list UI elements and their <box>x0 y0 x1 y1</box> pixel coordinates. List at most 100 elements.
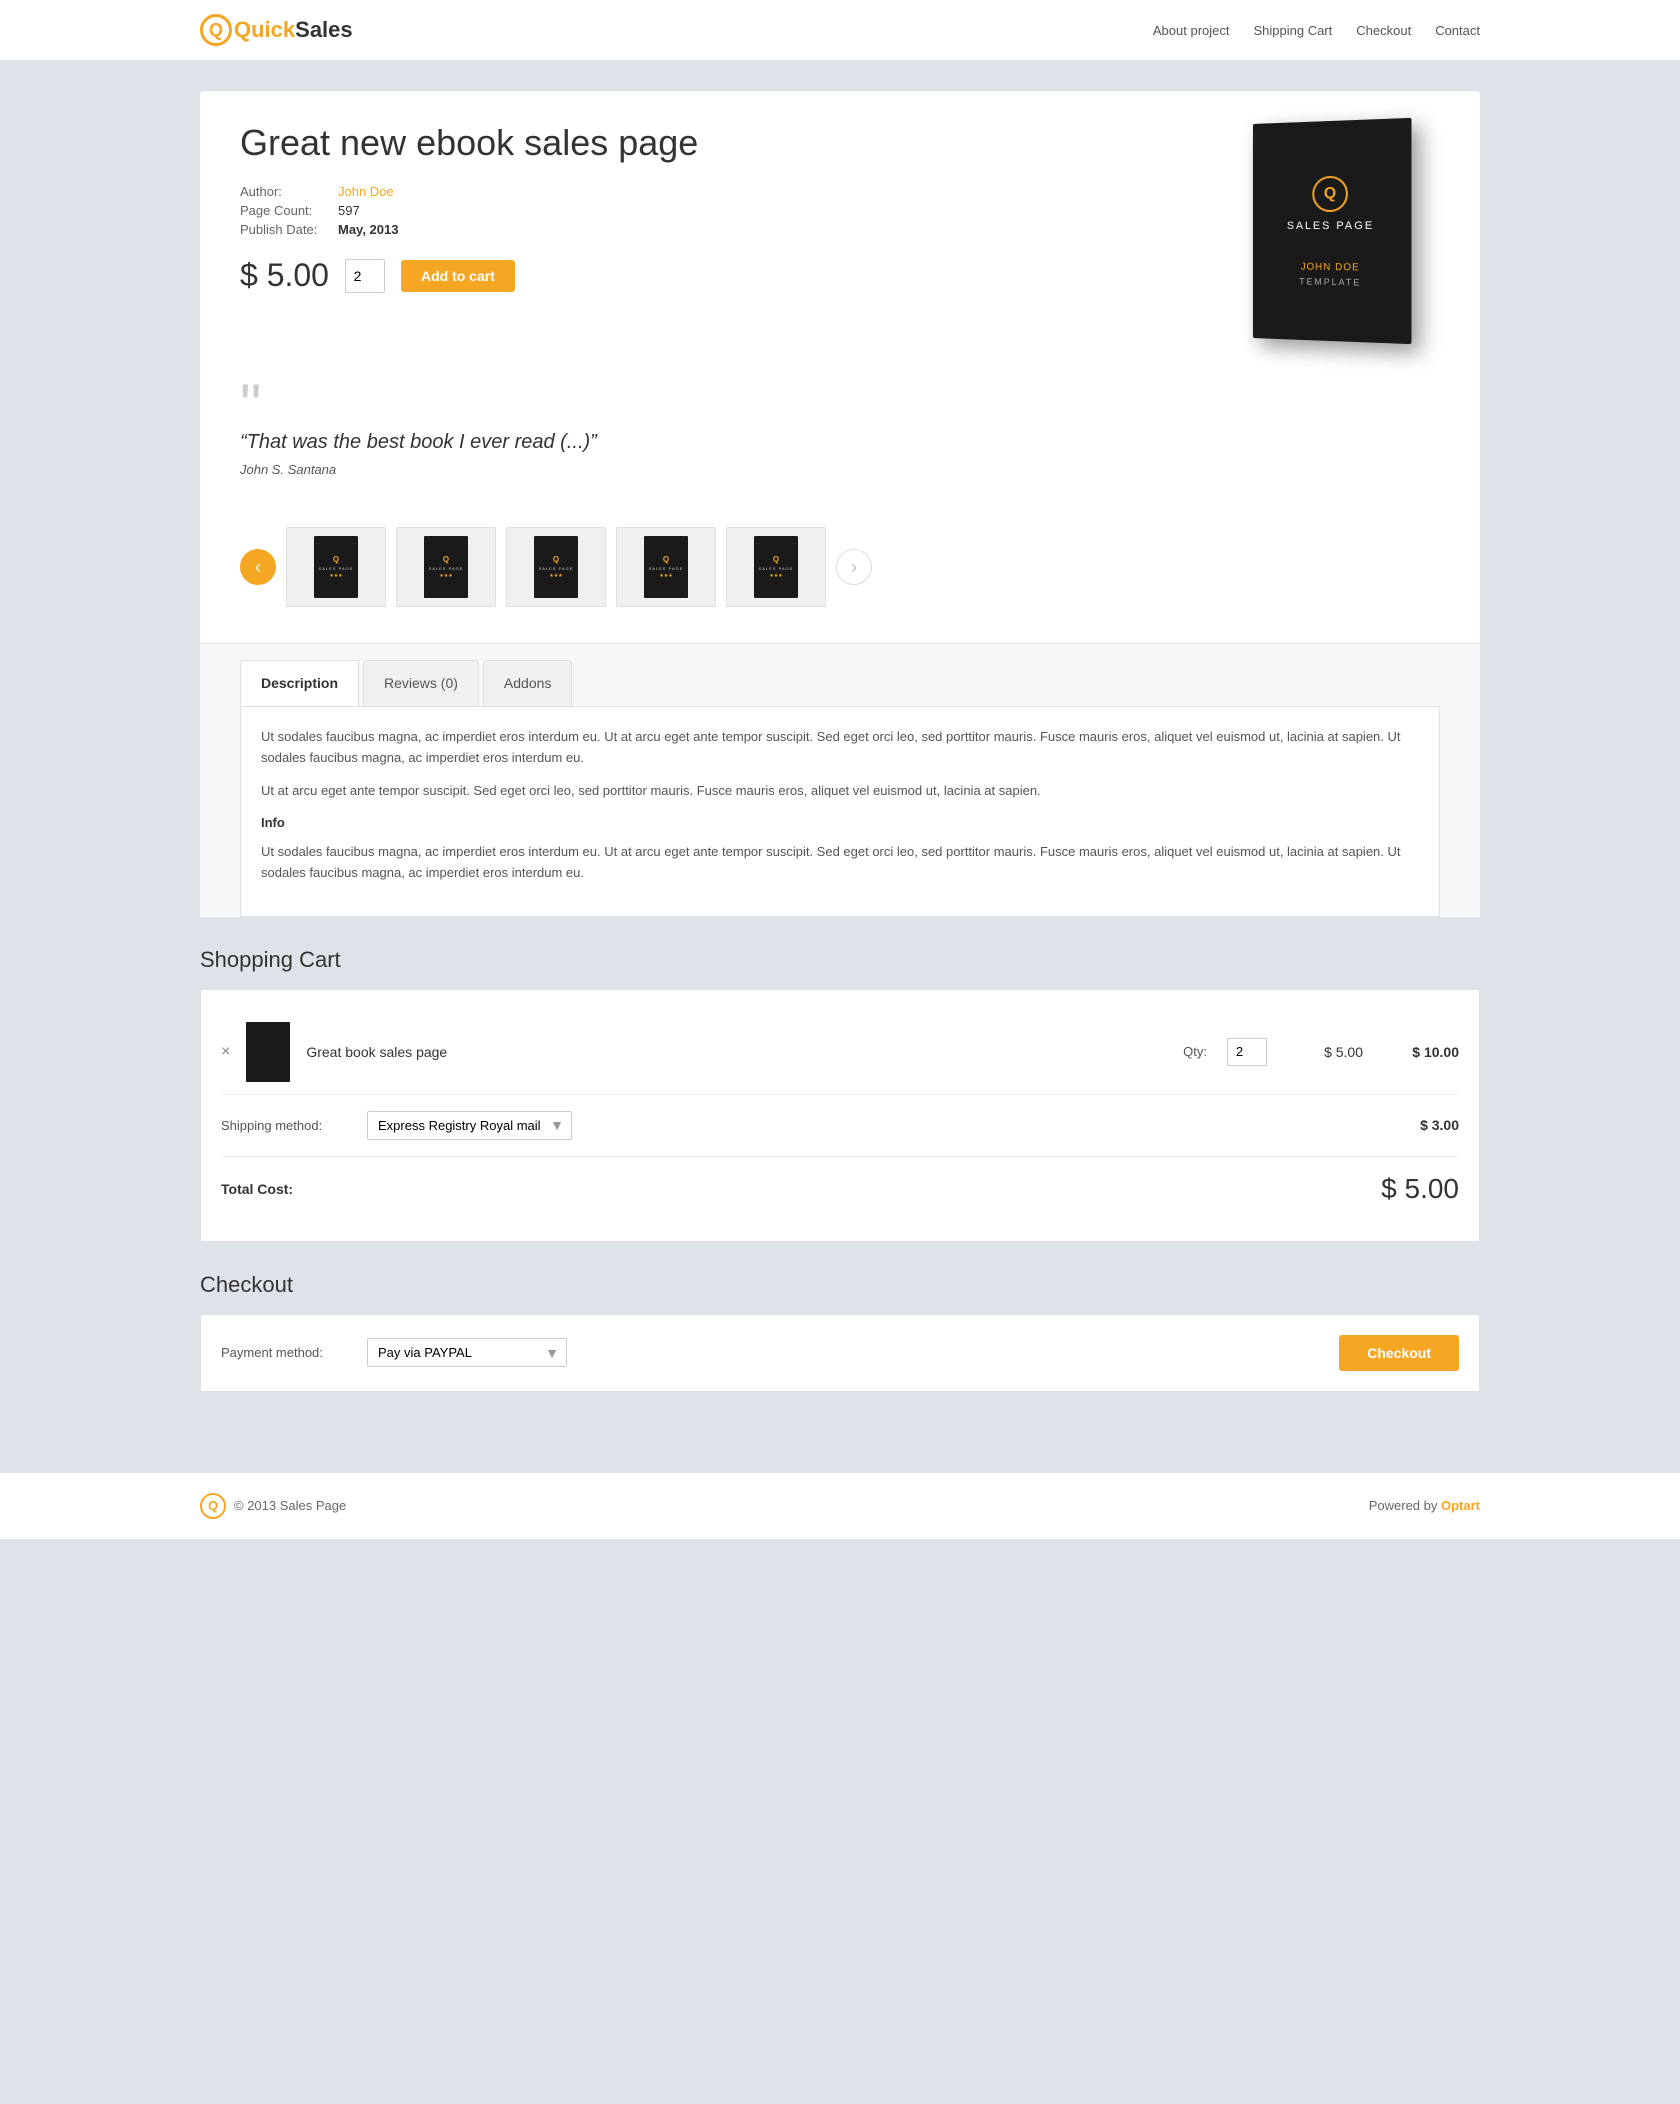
thumb-title-1: SALES PAGE <box>319 566 354 571</box>
cart-item-row: × Great book sales page Qty: $ 5.00 $ 10… <box>221 1010 1459 1095</box>
nav-checkout[interactable]: Checkout <box>1356 23 1411 38</box>
total-label: Total Cost: <box>221 1181 293 1197</box>
add-to-cart-button[interactable]: Add to cart <box>401 260 515 292</box>
footer: Q © 2013 Sales Page Powered by Optart <box>0 1472 1680 1539</box>
header: Q QuickSales About project Shipping Cart… <box>0 0 1680 61</box>
thumb-book-5: Q SALES PAGE ★★★ <box>754 536 798 598</box>
cart-qty-label: Qty: <box>1183 1044 1207 1059</box>
main-content: Great new ebook sales page Author: John … <box>0 61 1680 1432</box>
logo-quick-text: Quick <box>234 17 295 43</box>
thumb-book-1: Q SALES PAGE ★★★ <box>314 536 358 598</box>
meta-author-row: Author: John Doe <box>240 184 1180 199</box>
thumb-stars-5: ★★★ <box>769 573 782 579</box>
shipping-label: Shipping method: <box>221 1118 351 1133</box>
book-template-text: TEMPLATE <box>1299 276 1361 287</box>
thumb-book-3: Q SALES PAGE ★★★ <box>534 536 578 598</box>
payment-method-select[interactable]: Pay via PAYPAL <box>367 1338 567 1367</box>
logo[interactable]: Q QuickSales <box>200 14 353 46</box>
meta-pagecount-row: Page Count: 597 <box>240 203 1180 218</box>
publishdate-value: May, 2013 <box>338 222 398 237</box>
thumbnail-1[interactable]: Q SALES PAGE ★★★ <box>286 527 386 607</box>
nav-about[interactable]: About project <box>1153 23 1230 38</box>
checkout-button[interactable]: Checkout <box>1339 1335 1459 1371</box>
thumb-book-4: Q SALES PAGE ★★★ <box>644 536 688 598</box>
quote-author: John S. Santana <box>240 462 1440 477</box>
total-value: $ 5.00 <box>1381 1173 1459 1205</box>
footer-powered-by: Powered by <box>1369 1498 1438 1513</box>
total-row: Total Cost: $ 5.00 <box>221 1157 1459 1221</box>
footer-optart: Optart <box>1441 1498 1480 1513</box>
main-nav: About project Shipping Cart Checkout Con… <box>1153 23 1480 38</box>
thumbnail-5[interactable]: Q SALES PAGE ★★★ <box>726 527 826 607</box>
book-q-icon: Q <box>1312 175 1348 211</box>
product-wrapper: Great new ebook sales page Author: John … <box>200 91 1480 917</box>
thumbnails-section: ‹ Q SALES PAGE ★★★ Q SALES PAGE ★★★ <box>200 507 1480 627</box>
tabs-section: Description Reviews (0) Addons Ut sodale… <box>200 643 1480 917</box>
book-title-text: SALES PAGE <box>1287 219 1374 231</box>
shipping-select-wrap: Express Registry Royal mail ▼ <box>367 1111 572 1140</box>
checkout-box: Payment method: Pay via PAYPAL ▼ Checkou… <box>200 1314 1480 1392</box>
quote-mark-icon: " <box>240 391 1440 421</box>
footer-logo-icon: Q <box>200 1493 226 1519</box>
cart-qty-input[interactable] <box>1227 1038 1267 1066</box>
thumb-q-2: Q <box>443 555 449 564</box>
book-author-text: JOHN DOE <box>1301 261 1360 273</box>
thumb-book-2: Q SALES PAGE ★★★ <box>424 536 468 598</box>
footer-copyright: © 2013 Sales Page <box>234 1498 346 1513</box>
cart-item-thumbnail <box>246 1022 290 1082</box>
cart-total-price: $ 10.00 <box>1379 1044 1459 1060</box>
payment-label: Payment method: <box>221 1345 351 1360</box>
product-section: Great new ebook sales page Author: John … <box>200 91 1480 371</box>
nav-contact[interactable]: Contact <box>1435 23 1480 38</box>
info-heading: Info <box>261 813 1419 834</box>
product-meta: Author: John Doe Page Count: 597 Publish… <box>240 184 1180 237</box>
price-row: $ 5.00 Add to cart <box>240 257 1180 294</box>
tab-content: Ut sodales faucibus magna, ac imperdiet … <box>240 706 1440 917</box>
author-value: John Doe <box>338 184 394 199</box>
info-p: Ut sodales faucibus magna, ac imperdiet … <box>261 842 1419 884</box>
product-title: Great new ebook sales page <box>240 121 1180 164</box>
next-thumb-button[interactable]: › <box>836 549 872 585</box>
thumb-title-4: SALES PAGE <box>649 566 684 571</box>
publishdate-label: Publish Date: <box>240 222 330 237</box>
product-price: $ 5.00 <box>240 257 329 294</box>
thumb-title-2: SALES PAGE <box>429 566 464 571</box>
thumb-stars-2: ★★★ <box>439 573 452 579</box>
shipping-row: Shipping method: Express Registry Royal … <box>221 1095 1459 1157</box>
shopping-cart-title: Shopping Cart <box>200 947 1480 973</box>
product-image-area: Q SALES PAGE JOHN DOE TEMPLATE <box>1220 121 1440 341</box>
tab-reviews[interactable]: Reviews (0) <box>363 660 479 706</box>
thumb-q-4: Q <box>663 555 669 564</box>
cart-remove-button[interactable]: × <box>221 1043 230 1061</box>
quantity-input[interactable] <box>345 259 385 293</box>
pagecount-label: Page Count: <box>240 203 330 218</box>
thumbnail-4[interactable]: Q SALES PAGE ★★★ <box>616 527 716 607</box>
tab-description[interactable]: Description <box>240 660 359 706</box>
pagecount-value: 597 <box>338 203 360 218</box>
thumb-stars-3: ★★★ <box>549 573 562 579</box>
meta-publishdate-row: Publish Date: May, 2013 <box>240 222 1180 237</box>
shipping-cost: $ 3.00 <box>1420 1117 1459 1133</box>
product-info: Great new ebook sales page Author: John … <box>240 121 1180 341</box>
thumbnails-row: ‹ Q SALES PAGE ★★★ Q SALES PAGE ★★★ <box>240 527 1440 607</box>
thumb-q-1: Q <box>333 555 339 564</box>
author-label: Author: <box>240 184 330 199</box>
thumbnail-2[interactable]: Q SALES PAGE ★★★ <box>396 527 496 607</box>
footer-left: Q © 2013 Sales Page <box>200 1493 346 1519</box>
thumbnail-3[interactable]: Q SALES PAGE ★★★ <box>506 527 606 607</box>
checkout-title: Checkout <box>200 1272 1480 1298</box>
thumb-title-5: SALES PAGE <box>759 566 794 571</box>
quote-text: “That was the best book I ever read (...… <box>240 431 1440 454</box>
logo-sales-text: Sales <box>295 17 353 43</box>
shipping-method-select[interactable]: Express Registry Royal mail <box>367 1111 572 1140</box>
description-p2: Ut at arcu eget ante tempor suscipit. Se… <box>261 781 1419 802</box>
prev-thumb-button[interactable]: ‹ <box>240 549 276 585</box>
tabs-bar: Description Reviews (0) Addons <box>240 644 1440 706</box>
description-p1: Ut sodales faucibus magna, ac imperdiet … <box>261 727 1419 769</box>
tab-addons[interactable]: Addons <box>483 660 572 706</box>
cart-item-name: Great book sales page <box>306 1044 1167 1060</box>
cart-unit-price: $ 5.00 <box>1283 1044 1363 1060</box>
book-cover: Q SALES PAGE JOHN DOE TEMPLATE <box>1253 118 1412 344</box>
nav-cart[interactable]: Shipping Cart <box>1253 23 1332 38</box>
cart-box: × Great book sales page Qty: $ 5.00 $ 10… <box>200 989 1480 1242</box>
